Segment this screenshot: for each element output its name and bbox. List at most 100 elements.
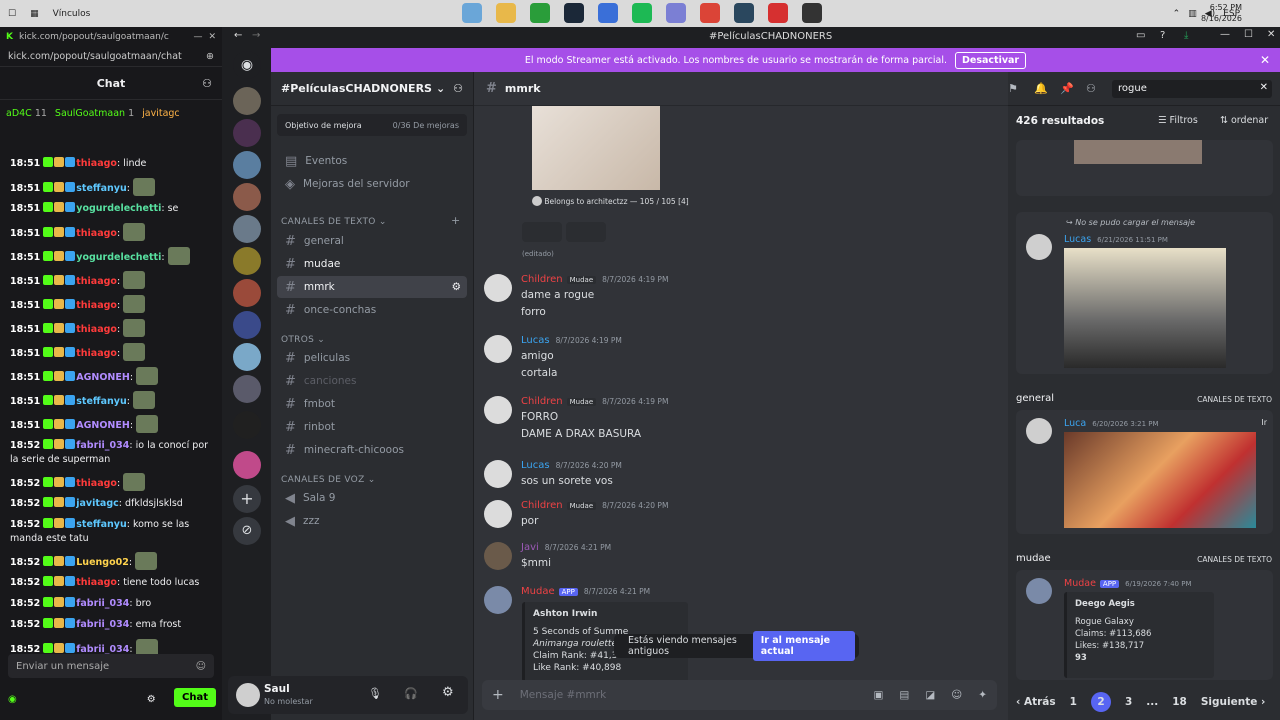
message-username[interactable]: AGNONEH [76, 420, 130, 431]
channel-settings-icon[interactable]: ⚙ [452, 281, 461, 293]
other-category[interactable]: OTROS ⌄ [281, 335, 325, 345]
forward-arrow-icon[interactable]: → [252, 30, 260, 41]
close-icon[interactable]: ✕ [1267, 29, 1275, 40]
server-icon[interactable] [233, 451, 261, 479]
vpn-app-icon[interactable] [598, 3, 618, 23]
message-username[interactable]: thiaago [76, 348, 117, 359]
author-name[interactable]: Children [521, 274, 563, 285]
clock[interactable]: 6:52 PM 8/16/2026 [1201, 2, 1242, 24]
apps-icon[interactable]: ✦ [978, 689, 987, 701]
bell-icon[interactable]: 🔔 [1034, 82, 1048, 95]
message-username[interactable]: yogurdelechetti [76, 252, 161, 263]
author-name[interactable]: Children [521, 396, 563, 407]
avatar[interactable] [484, 586, 512, 614]
gift-icon[interactable]: ▣ [873, 689, 883, 701]
inbox-icon[interactable]: ▭ [1136, 30, 1145, 41]
channel-fmbot[interactable]: # fmbot [277, 393, 467, 415]
help-icon[interactable]: ? [1160, 30, 1165, 41]
close-banner-icon[interactable]: ✕ [1260, 53, 1270, 67]
steam2-app-icon[interactable] [734, 3, 754, 23]
text-channels-category[interactable]: CANALES DE TEXTO ⌄ [281, 217, 387, 227]
settings-icon[interactable]: ⚙ [147, 694, 156, 705]
message-username[interactable]: thiaago [76, 478, 117, 489]
search-result[interactable]: Luca 6/20/2026 3:21 PM Ir [1016, 410, 1273, 534]
headphones-icon[interactable]: 🎧 [404, 687, 418, 700]
message-username[interactable]: steffanyu [76, 396, 126, 407]
users-icon[interactable]: ⚇ [202, 77, 212, 90]
mic-icon[interactable]: 🎙 [368, 687, 382, 700]
message-username[interactable]: javitagc [76, 498, 119, 509]
channel-rinbot[interactable]: # rinbot [277, 416, 467, 438]
sticker-icon[interactable]: ◪ [925, 689, 935, 701]
server-icon[interactable] [233, 279, 261, 307]
server-icon[interactable] [233, 87, 261, 115]
author-name[interactable]: Children [521, 500, 563, 511]
chevron-up-icon[interactable]: ⌃ [1173, 9, 1181, 19]
author-name[interactable]: Lucas [521, 460, 550, 471]
add-attachment-icon[interactable]: + [492, 687, 504, 703]
photos-app-icon[interactable] [462, 3, 482, 23]
emoji-icon[interactable]: ☺ [951, 689, 962, 701]
gif-icon[interactable]: ▤ [899, 689, 909, 701]
message-username[interactable]: fabrii_034 [76, 440, 129, 451]
minimize-icon[interactable]: — [193, 32, 202, 42]
page-1[interactable]: 1 [1070, 696, 1077, 708]
kick-url-bar[interactable]: kick.com/popout/saulgoatmaan/chat ⊕ [0, 47, 222, 67]
channel-mmrk[interactable]: # mmrk ⚙ [277, 276, 467, 298]
prev-page-button[interactable]: ‹ Atrás [1016, 696, 1056, 708]
result-image[interactable] [1064, 432, 1256, 528]
channel-canciones[interactable]: # canciones [277, 370, 467, 392]
message-username[interactable]: Luengo02 [76, 557, 129, 568]
add-member-icon[interactable]: ⚇ [453, 82, 463, 95]
server-icon[interactable] [233, 411, 261, 439]
add-channel-icon[interactable]: + [451, 214, 460, 227]
steam-app-icon[interactable] [564, 3, 584, 23]
channel-once-conchas[interactable]: # once-conchas [277, 299, 467, 321]
channel-minecraft[interactable]: # minecraft-chicooos [277, 439, 467, 461]
server-icon[interactable] [233, 311, 261, 339]
message-username[interactable]: thiaago [76, 228, 117, 239]
message-username[interactable]: steffanyu [76, 183, 126, 194]
jump-present-button[interactable]: Ir al mensaje actual [752, 631, 855, 661]
avatar[interactable] [484, 500, 512, 528]
reaction-button[interactable] [522, 222, 562, 242]
message-username[interactable]: yogurdelechetti [76, 203, 161, 214]
message-username[interactable]: thiaago [76, 577, 117, 588]
download-icon[interactable]: ⊕ [206, 51, 214, 62]
message-username[interactable]: fabrii_034 [76, 644, 129, 654]
sort-button[interactable]: ⇅ ordenar [1220, 115, 1268, 126]
author-name[interactable]: Lucas [521, 335, 550, 346]
discord-app-icon[interactable] [666, 3, 686, 23]
boost-goal[interactable]: Objetivo de mejora 0/36 De mejoras [277, 114, 467, 136]
members-icon[interactable]: ⚇ [1086, 82, 1096, 95]
discover-icon[interactable]: ⊘ [233, 517, 261, 545]
search-input[interactable]: rogue ✕ [1112, 80, 1272, 98]
search-result[interactable] [1016, 140, 1273, 196]
server-header[interactable]: #PelículasCHADNONERS ⌄ ⚇ [271, 72, 473, 106]
server-icon[interactable] [233, 151, 261, 179]
message-username[interactable]: thiaago [76, 300, 117, 311]
message-username[interactable]: fabrii_034 [76, 619, 129, 630]
message-username[interactable]: thiaago [76, 324, 117, 335]
search-result[interactable]: ↪ No se pudo cargar el mensaje Lucas 6/21… [1016, 212, 1273, 374]
back-arrow-icon[interactable]: ← [234, 30, 242, 41]
threads-icon[interactable]: ⚑ [1008, 82, 1018, 95]
avatar[interactable] [484, 274, 512, 302]
chrome-app-icon[interactable] [700, 3, 720, 23]
kick-message-input[interactable]: Enviar un mensaje ☺ [8, 654, 214, 678]
server-boosts-item[interactable]: ◈ Mejoras del servidor [277, 173, 467, 195]
message-username[interactable]: thiaago [76, 158, 117, 169]
next-page-button[interactable]: Siguiente › [1201, 696, 1265, 708]
clear-search-icon[interactable]: ✕ [1260, 82, 1268, 93]
emote-icon[interactable]: ☺ [196, 661, 206, 672]
settings-icon[interactable]: ⚙ [442, 685, 454, 700]
reaction-button[interactable] [566, 222, 606, 242]
server-icon[interactable] [233, 183, 261, 211]
spotify-app-icon[interactable] [632, 3, 652, 23]
app-dark-app-icon[interactable] [802, 3, 822, 23]
network-icon[interactable]: ▥ [1188, 9, 1197, 19]
voice-zzz[interactable]: ◀ zzz [277, 510, 467, 532]
add-server-icon[interactable]: + [233, 485, 261, 513]
maximize-icon[interactable]: ☐ [1244, 29, 1253, 40]
page-3[interactable]: 3 [1125, 696, 1132, 708]
